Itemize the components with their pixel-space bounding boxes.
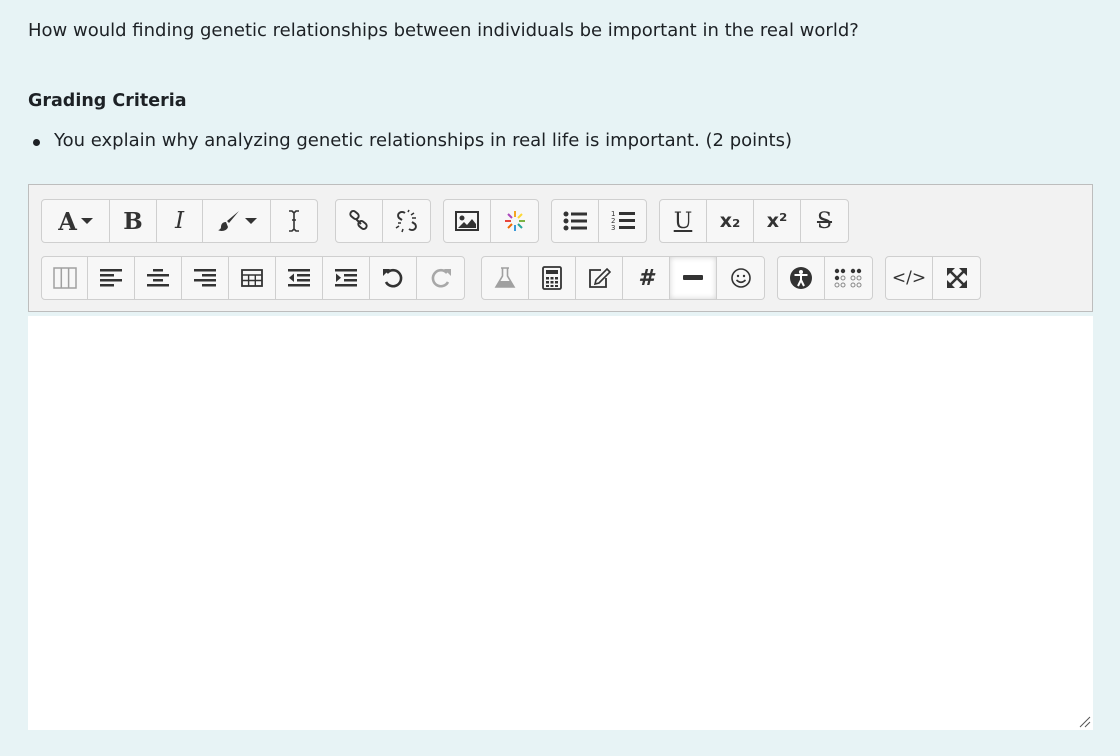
outdent-icon	[288, 269, 310, 287]
align-center-button[interactable]	[135, 257, 182, 299]
edit-button[interactable]	[576, 257, 623, 299]
media-icon	[504, 211, 525, 231]
html-button[interactable]: </>	[886, 257, 933, 299]
italic-button[interactable]: I	[157, 200, 203, 242]
text-color-icon	[217, 211, 239, 231]
undo-icon	[383, 268, 403, 288]
rich-text-editor: A B I 1 2 3 U x₂ x² S # </>	[28, 184, 1093, 730]
outdent-button[interactable]	[276, 257, 323, 299]
calculator-button[interactable]	[529, 257, 576, 299]
view-group: </>	[885, 256, 981, 300]
chemistry-button[interactable]	[482, 257, 529, 299]
html-icon: </>	[891, 268, 927, 288]
editor-toolbar: A B I 1 2 3 U x₂ x² S # </>	[28, 184, 1093, 312]
svg-text:3: 3	[611, 224, 615, 232]
subscript-button[interactable]: x₂	[707, 200, 754, 242]
link-group	[335, 199, 431, 243]
table-icon	[241, 269, 263, 287]
align-right-button[interactable]	[182, 257, 229, 299]
link-icon	[349, 210, 368, 230]
flask-icon	[494, 267, 516, 288]
superscript-icon: x²	[766, 210, 788, 232]
strikethrough-icon: S	[816, 208, 833, 234]
unlink-icon	[395, 209, 417, 233]
emoji-button[interactable]	[717, 257, 764, 299]
align-right-icon	[194, 269, 216, 287]
indent-button[interactable]	[323, 257, 370, 299]
align-left-icon	[100, 269, 122, 287]
align-left-button[interactable]	[88, 257, 135, 299]
style-group: A B I	[41, 199, 318, 243]
superscript-button[interactable]: x²	[754, 200, 801, 242]
script-group: U x₂ x² S	[659, 199, 849, 243]
unlink-button[interactable]	[383, 200, 430, 242]
layout-group	[41, 256, 465, 300]
resize-handle-icon[interactable]	[1079, 716, 1091, 728]
subscript-icon: x₂	[719, 210, 741, 232]
horizontal-rule-button[interactable]	[670, 257, 717, 299]
bold-button[interactable]: B	[110, 200, 157, 242]
clear-formatting-icon	[289, 210, 299, 232]
italic-icon: I	[174, 208, 185, 234]
accessibility-icon	[790, 267, 812, 289]
columns-button[interactable]	[42, 257, 88, 299]
underline-icon: U	[673, 208, 693, 234]
font-style-button[interactable]: A	[42, 200, 110, 242]
equation-icon: #	[638, 265, 654, 291]
bold-icon: B	[123, 207, 143, 235]
list-group: 1 2 3	[551, 199, 647, 243]
image-button[interactable]	[444, 200, 491, 242]
bullet-list-button[interactable]	[552, 200, 599, 242]
criteria-item: You explain why analyzing genetic relati…	[28, 129, 792, 153]
redo-icon	[431, 268, 451, 288]
accessibility-group	[777, 256, 873, 300]
columns-icon	[52, 267, 77, 289]
editor-text-area[interactable]	[28, 316, 1093, 730]
strikethrough-button[interactable]: S	[801, 200, 848, 242]
redo-button[interactable]	[417, 257, 464, 299]
numbered-list-button[interactable]: 1 2 3	[599, 200, 646, 242]
horizontal-rule-icon	[683, 275, 703, 280]
chevron-down-icon	[244, 218, 257, 224]
fullscreen-button[interactable]	[933, 257, 980, 299]
fullscreen-icon	[946, 268, 967, 288]
grading-criteria-title: Grading Criteria	[28, 91, 187, 111]
equation-button[interactable]: #	[623, 257, 670, 299]
question-text: How would finding genetic relationships …	[28, 20, 859, 41]
braille-button[interactable]	[825, 257, 872, 299]
braille-icon	[834, 268, 861, 288]
chevron-down-icon	[80, 218, 93, 224]
tools-group: #	[481, 256, 765, 300]
undo-button[interactable]	[370, 257, 417, 299]
clear-formatting-button[interactable]	[271, 200, 317, 242]
align-center-icon	[147, 269, 169, 287]
emoji-icon	[730, 268, 751, 288]
calculator-icon	[542, 266, 562, 290]
font-style-icon: A	[58, 206, 77, 236]
text-color-button[interactable]	[203, 200, 271, 242]
accessibility-button[interactable]	[778, 257, 825, 299]
indent-icon	[335, 269, 357, 287]
grading-criteria-list: You explain why analyzing genetic relati…	[28, 129, 792, 153]
link-button[interactable]	[336, 200, 383, 242]
underline-button[interactable]: U	[660, 200, 707, 242]
media-group	[443, 199, 539, 243]
numbered-list-icon: 1 2 3	[611, 210, 635, 232]
bullet-list-icon	[563, 211, 587, 231]
edit-icon	[589, 267, 611, 288]
table-button[interactable]	[229, 257, 276, 299]
image-icon	[455, 211, 479, 231]
media-button[interactable]	[491, 200, 538, 242]
